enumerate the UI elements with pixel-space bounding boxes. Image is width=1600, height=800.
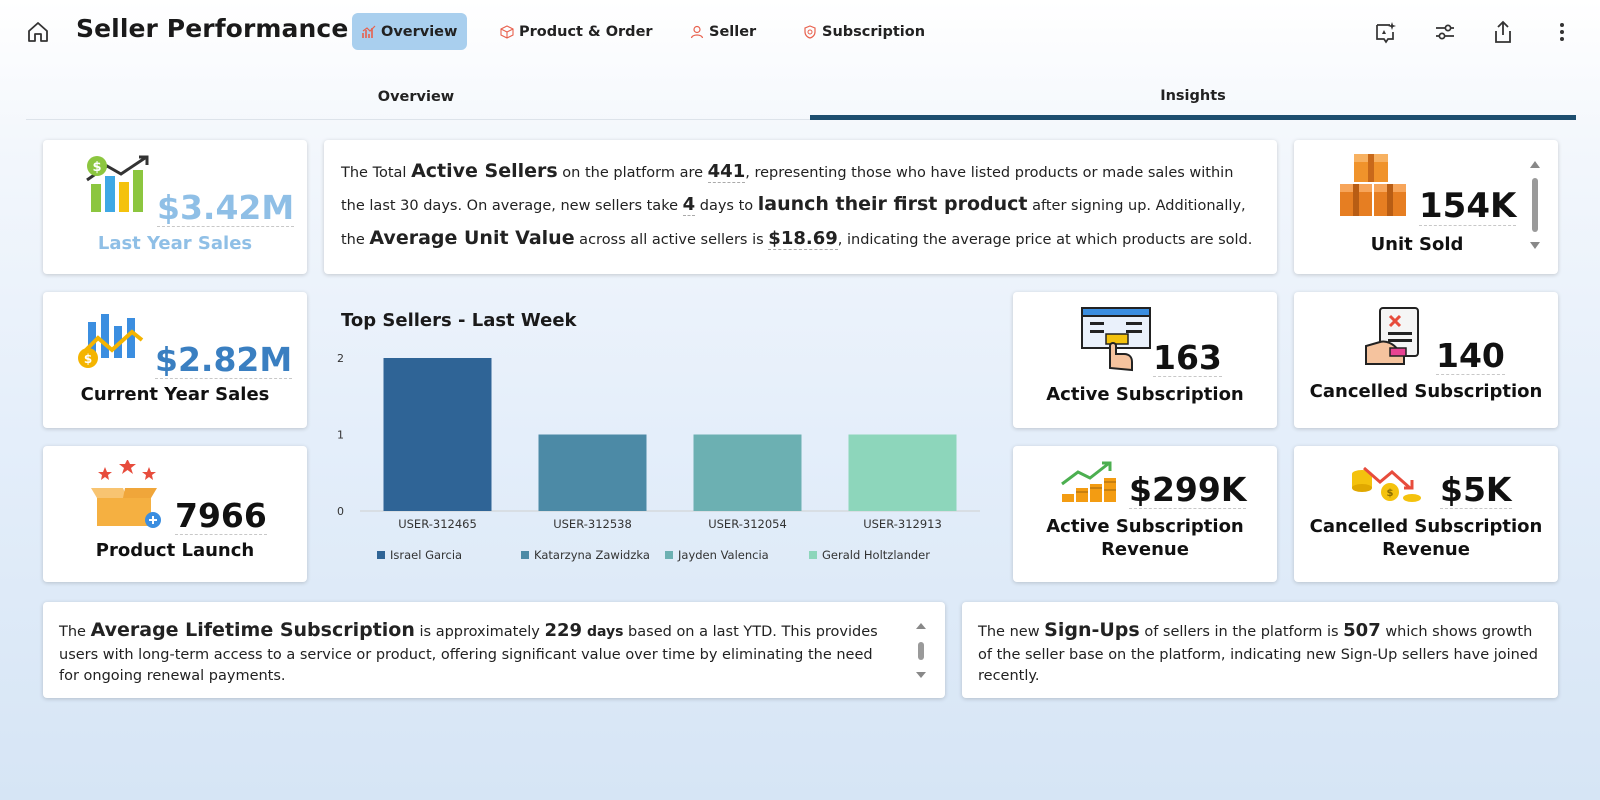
y-tick-label: 1	[337, 429, 344, 442]
active-subscription-card: 163 Active Subscription	[1013, 292, 1277, 428]
smart-narrative-icon[interactable]	[1373, 19, 1399, 45]
tab-seller[interactable]: Seller	[680, 13, 766, 50]
legend-swatch	[521, 551, 529, 559]
sales-growth-icon: $	[86, 155, 149, 212]
cancelled-sub-revenue-value: $5K	[1440, 470, 1512, 510]
chart-bar	[693, 434, 802, 511]
chart-title: Top Sellers - Last Week	[341, 310, 577, 331]
current-year-sales-label: Current Year Sales	[80, 384, 270, 405]
last-year-sales-label: Last Year Sales	[97, 233, 253, 254]
x-tick-label: USER-312465	[398, 517, 477, 531]
x-tick-label: USER-312538	[553, 517, 632, 531]
last-year-sales-value: $3.42M	[157, 188, 295, 228]
active-subscription-label: Active Subscription	[1046, 384, 1244, 405]
badge-icon	[804, 24, 816, 39]
tab-overview[interactable]: Overview	[352, 13, 468, 50]
unit-sold-card: 154K Unit Sold	[1294, 140, 1558, 274]
cancelled-sub-revenue-card: $ $5K Cancelled Subscription Revenue	[1294, 446, 1558, 582]
x-tick-label: USER-312913	[863, 517, 942, 531]
legend-label: Katarzyna Zawidzka	[534, 548, 650, 562]
active-sub-revenue-card: $299K Active Subscription Revenue	[1013, 446, 1277, 582]
insight-lifetime-subscription: The Average Lifetime Subscription is app…	[43, 602, 945, 698]
home-icon[interactable]	[26, 20, 50, 44]
svg-text:$: $	[84, 352, 92, 366]
cancelled-sub-revenue-label-line1: Cancelled Subscription	[1309, 516, 1543, 537]
legend-label: Israel Garcia	[390, 548, 462, 562]
active-sub-revenue-label-line1: Active Subscription	[1046, 516, 1244, 537]
insight-sign-ups-text: The new Sign-Ups of sellers in the platf…	[978, 619, 1538, 684]
launch-box-icon	[91, 460, 161, 528]
insight-active-sellers: The Total Active Sellers on the platform…	[324, 140, 1277, 274]
sales-chart-icon: $	[78, 314, 144, 368]
share-icon[interactable]	[1490, 19, 1516, 45]
cancelled-subscription-value: 140	[1436, 336, 1505, 376]
legend-label: Jayden Valencia	[677, 548, 769, 562]
subtab-insights[interactable]: Insights	[810, 76, 1576, 120]
more-options-icon[interactable]	[1549, 19, 1575, 45]
tab-subscription[interactable]: Subscription	[793, 13, 935, 50]
legend-swatch	[665, 551, 673, 559]
scrollbar[interactable]	[1528, 158, 1542, 254]
y-tick-label: 2	[337, 352, 344, 365]
product-launch-label: Product Launch	[95, 540, 255, 561]
active-subscription-value: 163	[1153, 338, 1222, 378]
current-year-sales-value: $2.82M	[155, 340, 293, 380]
tab-seller-label: Seller	[709, 23, 757, 40]
insight-scrollbar[interactable]	[914, 620, 928, 682]
chart-bar	[383, 358, 492, 511]
tab-subscription-label: Subscription	[822, 23, 926, 40]
page-title: Seller Performance	[76, 14, 349, 43]
insight-lifetime-text: The Average Lifetime Subscription is app…	[59, 619, 878, 684]
product-launch-value: 7966	[175, 496, 267, 536]
cancel-document-icon	[1365, 307, 1419, 365]
legend-label: Gerald Holtzlander	[822, 548, 930, 562]
tab-product-order-label: Product & Order	[519, 23, 653, 40]
chart-bar	[538, 434, 647, 511]
last-year-sales-card: $ $3.42M Last Year Sales	[43, 140, 307, 274]
product-launch-card: 7966 Product Launch	[43, 446, 307, 582]
svg-text:$: $	[1387, 488, 1394, 499]
active-sub-revenue-label: Active Subscription Revenue	[1013, 516, 1277, 561]
boxes-icon	[1340, 154, 1406, 216]
active-sub-revenue-value: $299K	[1129, 470, 1247, 510]
cancelled-subscription-label: Cancelled Subscription	[1309, 381, 1543, 402]
subscribe-hand-icon	[1081, 307, 1151, 372]
legend-swatch	[809, 551, 817, 559]
unit-sold-value: 154K	[1419, 186, 1517, 227]
filter-sliders-icon[interactable]	[1432, 19, 1458, 45]
tab-product-order[interactable]: Product & Order	[490, 13, 663, 50]
active-sub-revenue-label-line2: Revenue	[1101, 538, 1189, 560]
box-icon	[500, 24, 514, 39]
subtab-overview[interactable]: Overview	[26, 76, 806, 118]
insight-active-sellers-text: The Total Active Sellers on the platform…	[341, 160, 1253, 250]
cancelled-subscription-card: 140 Cancelled Subscription	[1294, 292, 1558, 428]
chart-up-icon	[362, 25, 376, 38]
cancelled-sub-revenue-label-line2: Revenue	[1382, 538, 1470, 560]
top-bar: Seller Performance Overview Product & Or…	[0, 0, 1600, 64]
revenue-decline-icon: $	[1352, 466, 1421, 502]
unit-sold-label: Unit Sold	[1370, 234, 1464, 255]
top-sellers-chart: 0 1 2 USER-312465 USER-312538 USER-312054 USER…	[337, 352, 980, 562]
chart-bar	[848, 434, 957, 511]
tab-overview-label: Overview	[381, 23, 458, 40]
y-tick-label: 0	[337, 505, 344, 518]
user-icon	[690, 25, 704, 38]
x-tick-label: USER-312054	[708, 517, 787, 531]
revenue-growth-icon	[1061, 461, 1116, 502]
insight-sign-ups: The new Sign-Ups of sellers in the platf…	[962, 602, 1558, 698]
cancelled-sub-revenue-label: Cancelled Subscription Revenue	[1294, 516, 1558, 561]
current-year-sales-card: $ $2.82M Current Year Sales	[43, 292, 307, 428]
sub-tab-bar: Overview Insights	[26, 76, 1576, 120]
legend-swatch	[377, 551, 385, 559]
svg-text:$: $	[92, 160, 101, 175]
